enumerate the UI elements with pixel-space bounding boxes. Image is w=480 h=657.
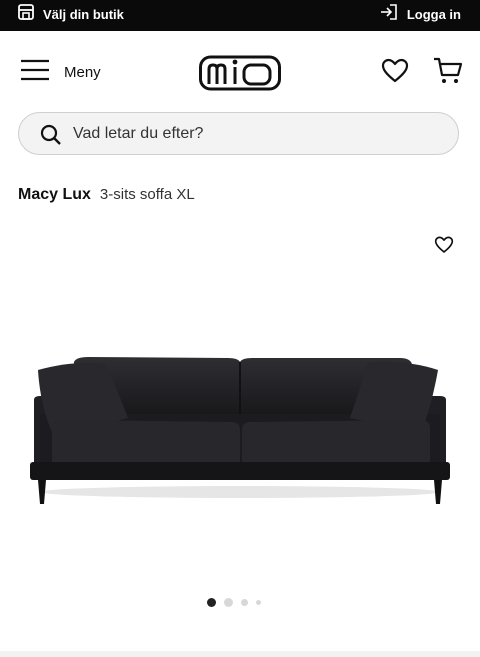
heart-icon: [381, 58, 409, 88]
carousel-dot[interactable]: [224, 598, 233, 607]
cart-button[interactable]: [433, 57, 463, 90]
menu-button[interactable]: Meny: [20, 59, 101, 86]
cart-icon: [433, 57, 463, 89]
product-subtitle: 3-sits soffa XL: [99, 186, 195, 203]
divider: [0, 651, 480, 657]
choose-store-link[interactable]: Välj din butik: [17, 3, 124, 26]
search-input[interactable]: Vad letar du efter?: [73, 125, 203, 143]
sofa-icon: [28, 357, 452, 512]
site-header: Meny: [0, 31, 480, 111]
product-name: Macy Lux: [18, 186, 91, 203]
carousel-dots: [207, 598, 261, 607]
login-link[interactable]: Logga in: [380, 3, 461, 26]
product-image[interactable]: [28, 352, 452, 513]
login-label: Logga in: [406, 7, 461, 22]
hamburger-icon: [20, 59, 50, 86]
favorite-button[interactable]: [434, 236, 454, 259]
heart-icon: [434, 236, 454, 258]
mio-logo[interactable]: [199, 52, 281, 97]
store-icon: [17, 3, 35, 26]
menu-label: Meny: [64, 64, 101, 81]
login-icon: [380, 3, 398, 26]
carousel-dot[interactable]: [256, 600, 261, 605]
product-title: Macy Lux 3-sits soffa XL: [18, 186, 195, 204]
top-bar: Välj din butik Logga in: [0, 0, 480, 31]
carousel-dot[interactable]: [207, 598, 216, 607]
search-icon: [40, 124, 62, 151]
search-bar[interactable]: Vad letar du efter?: [18, 112, 459, 155]
wishlist-button[interactable]: [381, 58, 409, 89]
choose-store-label: Välj din butik: [43, 7, 124, 22]
carousel-dot[interactable]: [241, 599, 248, 606]
